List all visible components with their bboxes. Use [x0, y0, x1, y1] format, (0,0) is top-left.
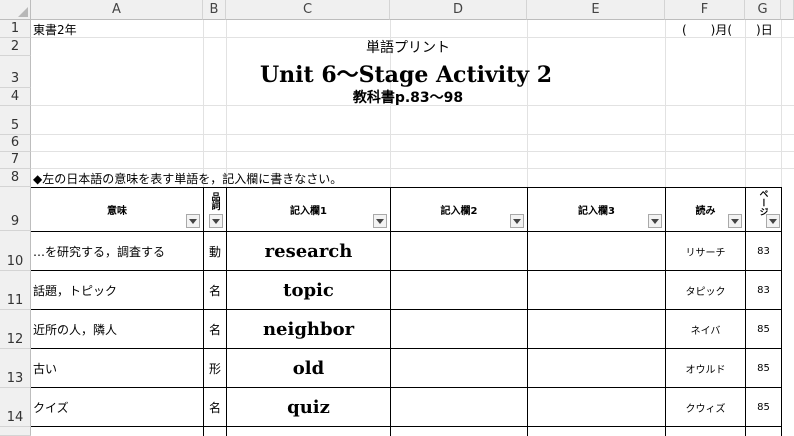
- column-header-c[interactable]: C: [226, 0, 390, 20]
- page-cell[interactable]: 85: [746, 310, 781, 348]
- chevron-down-icon: [769, 218, 777, 224]
- reading-cell[interactable]: オウルド: [666, 349, 745, 387]
- chevron-down-icon: [513, 218, 521, 224]
- pos-cell[interactable]: 名: [204, 388, 226, 426]
- pos-cell[interactable]: 名: [204, 310, 226, 348]
- word-cell[interactable]: quiz: [227, 388, 390, 426]
- meaning-cell[interactable]: …を研究する，調査する: [33, 232, 203, 270]
- row-header-12[interactable]: 12: [0, 310, 31, 349]
- row-header-11[interactable]: 11: [0, 271, 31, 310]
- header-pos[interactable]: 品詞: [204, 190, 226, 212]
- column-header-d[interactable]: D: [390, 0, 527, 20]
- gridline: [745, 20, 746, 187]
- meaning-cell[interactable]: クイズ: [33, 388, 203, 426]
- page-cell[interactable]: 85: [746, 388, 781, 426]
- row-header-13[interactable]: 13: [0, 349, 31, 388]
- entry2-cell[interactable]: [391, 271, 527, 309]
- header-entry1[interactable]: 記入欄1: [227, 188, 390, 231]
- unit-title[interactable]: Unit 6～Stage Activity 2: [186, 57, 626, 88]
- entry3-cell[interactable]: [528, 349, 665, 387]
- date-field[interactable]: ( )月( )日: [682, 20, 782, 38]
- pos-cell[interactable]: 動: [204, 232, 226, 270]
- pos-cell[interactable]: 形: [204, 349, 226, 387]
- row-header-5[interactable]: 5: [0, 106, 31, 135]
- column-header-empty: [781, 0, 794, 20]
- reading-cell[interactable]: タピック: [666, 271, 745, 309]
- entry3-cell[interactable]: [528, 232, 665, 270]
- meaning-cell[interactable]: 近所の人，隣人: [33, 310, 203, 348]
- entry2-cell[interactable]: [391, 310, 527, 348]
- filter-dropdown-button[interactable]: [510, 214, 524, 228]
- column-header-b[interactable]: B: [203, 0, 226, 20]
- corner-triangle-icon: [18, 7, 28, 17]
- word-cell[interactable]: research: [227, 232, 390, 270]
- page-cell[interactable]: 83: [746, 271, 781, 309]
- row-header-14[interactable]: 14: [0, 388, 31, 427]
- chevron-down-icon: [731, 218, 739, 224]
- word-cell[interactable]: topic: [227, 271, 390, 309]
- gridline: [31, 151, 794, 152]
- row-header-8[interactable]: 8: [0, 169, 31, 187]
- chevron-down-icon: [212, 218, 220, 224]
- class-label[interactable]: 東書2年: [33, 20, 203, 38]
- column-header-e[interactable]: E: [527, 0, 665, 20]
- pos-cell[interactable]: 名: [204, 271, 226, 309]
- filter-dropdown-button[interactable]: [209, 214, 223, 228]
- column-header-f[interactable]: F: [665, 0, 745, 20]
- entry2-cell[interactable]: [391, 388, 527, 426]
- chevron-down-icon: [376, 218, 384, 224]
- row-header-10[interactable]: 10: [0, 231, 31, 271]
- reading-cell[interactable]: クウィズ: [666, 388, 745, 426]
- header-meaning[interactable]: 意味: [31, 188, 203, 231]
- table-border: [781, 187, 782, 436]
- meaning-cell[interactable]: 古い: [33, 349, 203, 387]
- filter-dropdown-button[interactable]: [648, 214, 662, 228]
- entry3-cell[interactable]: [528, 310, 665, 348]
- select-all-corner[interactable]: [0, 0, 31, 20]
- row-header-9[interactable]: 9: [0, 187, 31, 231]
- filter-dropdown-button[interactable]: [373, 214, 387, 228]
- row-header-7[interactable]: 7: [0, 152, 31, 169]
- filter-dropdown-button[interactable]: [728, 214, 742, 228]
- reading-cell[interactable]: リサーチ: [666, 232, 745, 270]
- header-entry2[interactable]: 記入欄2: [391, 188, 527, 231]
- doc-title[interactable]: 単語プリント: [226, 38, 590, 56]
- textbook-pages[interactable]: 教科書p.83～98: [226, 88, 590, 106]
- word-cell[interactable]: neighbor: [227, 310, 390, 348]
- table-border: [31, 426, 781, 427]
- entry2-cell[interactable]: [391, 349, 527, 387]
- page-cell[interactable]: 85: [746, 349, 781, 387]
- gridline: [31, 134, 794, 135]
- meaning-cell[interactable]: 話題，トピック: [33, 271, 203, 309]
- entry3-cell[interactable]: [528, 388, 665, 426]
- row-header-3[interactable]: 3: [0, 56, 31, 88]
- entry3-cell[interactable]: [528, 271, 665, 309]
- row-header-2[interactable]: 2: [0, 38, 31, 56]
- row-header-6[interactable]: 6: [0, 135, 31, 152]
- row-header-1[interactable]: 1: [0, 20, 31, 38]
- filter-dropdown-button[interactable]: [186, 214, 200, 228]
- spreadsheet-grid: A B C D E F G 1 2 3 4 5 6 7 8 9 10 11 12…: [0, 0, 794, 436]
- reading-cell[interactable]: ネイバ: [666, 310, 745, 348]
- entry2-cell[interactable]: [391, 232, 527, 270]
- page-cell[interactable]: 83: [746, 232, 781, 270]
- column-header-a[interactable]: A: [31, 0, 203, 20]
- chevron-down-icon: [189, 218, 197, 224]
- row-header-15: [0, 427, 31, 436]
- column-header-g[interactable]: G: [745, 0, 781, 20]
- filter-dropdown-button[interactable]: [766, 214, 780, 228]
- row-header-4[interactable]: 4: [0, 88, 31, 106]
- word-cell[interactable]: old: [227, 349, 390, 387]
- chevron-down-icon: [651, 218, 659, 224]
- instruction-text[interactable]: ◆左の日本語の意味を表す単語を，記入欄に書きなさい。: [33, 169, 633, 187]
- gridline: [203, 20, 204, 187]
- header-entry3[interactable]: 記入欄3: [528, 188, 665, 231]
- gridline: [665, 20, 666, 187]
